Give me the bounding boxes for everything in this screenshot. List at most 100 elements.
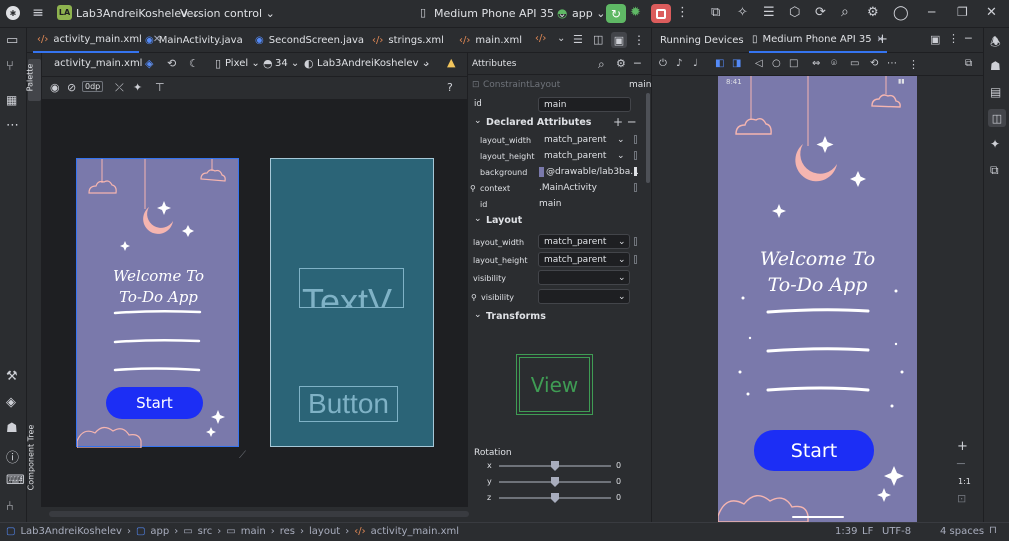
device-selector[interactable]: Medium Phone API 35 ⌄ — [434, 7, 567, 20]
line-separator[interactable]: LF — [862, 526, 873, 537]
android-studio-logo-icon[interactable]: ✱ — [6, 6, 20, 20]
attr-value[interactable]: match_parent — [538, 252, 630, 267]
declared-attributes-header[interactable]: ⌄ Declared Attributes + ─ — [472, 115, 650, 130]
code-view-icon[interactable]: ☰ — [573, 33, 583, 46]
attr-value[interactable]: @drawable/lab3ba... — [546, 167, 639, 177]
tab-medium-phone[interactable]: ▯ Medium Phone API 35 ✕ — [749, 28, 888, 53]
tab-second-screen-java[interactable]: ◉ SecondScreen.java — [255, 28, 364, 53]
resize-handle-icon[interactable]: ⟋ — [239, 450, 246, 461]
project-folder-icon[interactable]: ▭ — [6, 33, 18, 48]
search-icon[interactable]: ⌕ — [598, 57, 605, 72]
app-quality-icon[interactable]: ◈ — [6, 395, 16, 410]
attr-value[interactable]: match_parent — [538, 234, 630, 249]
start-button-preview[interactable]: Start — [106, 387, 203, 419]
build-hammer-icon[interactable]: ⚒ — [6, 369, 18, 384]
guidelines-icon[interactable]: ⊤ — [155, 81, 165, 94]
resource-picker-icon[interactable] — [634, 255, 637, 264]
attr-value[interactable]: main — [539, 199, 562, 209]
resource-picker-icon[interactable] — [634, 135, 637, 144]
device-manager-icon[interactable]: ⧉ — [711, 5, 720, 20]
tools-visibility-dropdown[interactable] — [538, 289, 630, 304]
attr-value[interactable]: match_parent — [544, 151, 606, 161]
restore-icon[interactable]: ❐ — [957, 5, 968, 19]
rotate-left-icon[interactable]: ◧ — [715, 58, 724, 69]
minimize-icon[interactable]: ─ — [928, 5, 935, 19]
account-icon[interactable]: ◯ — [893, 5, 909, 21]
caret-position[interactable]: 1:39 — [835, 526, 857, 537]
autoconnect-off-icon[interactable]: ⊘ — [67, 81, 76, 94]
file-encoding[interactable]: UTF-8 — [882, 526, 911, 537]
breadcrumb-item[interactable]: layout — [309, 526, 340, 537]
chevron-right-icon[interactable]: › — [425, 57, 429, 70]
volume-down-icon[interactable]: ♩ — [693, 58, 698, 69]
chevron-down-icon[interactable]: ⌄ — [617, 151, 625, 161]
indent-setting[interactable]: 4 spaces — [940, 526, 984, 537]
zoom-fit-icon[interactable]: ⊡ — [957, 492, 966, 505]
gemini-icon[interactable]: ✧ — [737, 5, 748, 20]
infer-constraints-icon[interactable]: ✦ — [133, 81, 142, 94]
chevron-down-icon[interactable]: ⌄ — [557, 33, 565, 44]
theme-dropdown[interactable]: Lab3AndreiKoshelev ⌄ — [317, 58, 430, 69]
design-preview[interactable]: Welcome To To-Do App Start — [76, 158, 239, 448]
attr-value[interactable]: .MainActivity — [539, 183, 597, 193]
tab-activity-main-xml[interactable]: ‹/› activity_main.xml ✕ — [33, 28, 161, 53]
resource-picker-icon[interactable] — [634, 151, 637, 160]
main-menu-icon[interactable]: ≡ — [30, 5, 46, 21]
volume-up-icon[interactable]: ♪ — [676, 58, 682, 69]
vcs-dropdown[interactable]: Version control ⌄ — [180, 7, 275, 20]
lock-icon[interactable]: ⊓ — [989, 525, 997, 536]
extended-controls-icon[interactable]: ⋯ — [887, 58, 897, 69]
logcat-cat-icon[interactable]: ☗ — [6, 421, 18, 436]
close-icon[interactable]: ✕ — [986, 5, 997, 20]
gemini-sparkle-icon[interactable]: ✦ — [990, 137, 1000, 151]
design-surface-icon[interactable]: ◈ — [145, 57, 153, 70]
git-icon[interactable]: ⑃ — [6, 499, 14, 514]
minimize-panel-icon[interactable]: ─ — [634, 57, 641, 70]
attributes-scrollbar[interactable] — [646, 93, 650, 183]
palette-tab[interactable]: Palette — [25, 59, 41, 101]
attr-value[interactable]: match_parent — [544, 135, 606, 145]
breadcrumb-item[interactable]: src — [198, 526, 213, 537]
snapshots-icon[interactable]: ⟲ — [870, 58, 878, 69]
breadcrumb-item[interactable]: res — [280, 526, 295, 537]
rotation-slider-thumb[interactable] — [551, 461, 559, 471]
rotate-right-icon[interactable]: ◨ — [732, 58, 741, 69]
resource-picker-icon[interactable] — [634, 237, 637, 246]
design-view-icon[interactable]: ▣ — [611, 32, 627, 48]
more-icon[interactable]: ⋮ — [633, 33, 645, 47]
view-options-eye-icon[interactable]: ◉ — [50, 81, 60, 94]
settings-gear-icon[interactable]: ⚙ — [867, 5, 879, 20]
canvas-scrollbar[interactable] — [49, 511, 469, 517]
clear-constraints-icon[interactable]: ⤫ — [115, 81, 124, 95]
split-view-icon[interactable]: ◫ — [593, 33, 603, 46]
api-dropdown[interactable]: 34 ⌄ — [275, 58, 299, 69]
detach-icon[interactable]: ⧉ — [965, 58, 972, 69]
stop-button[interactable] — [651, 4, 671, 23]
more-icon[interactable]: ⋮ — [908, 58, 919, 71]
file-selector[interactable]: activity_main.xml ⌄ — [54, 58, 154, 69]
zoom-out-icon[interactable]: ─ — [957, 457, 965, 472]
tab-main-activity-java[interactable]: ◉ MainActivity.java — [145, 28, 243, 53]
search-icon[interactable]: ⌕ — [841, 4, 849, 20]
resource-picker-icon[interactable] — [634, 167, 637, 176]
tab-strings-xml[interactable]: ‹/› strings.xml — [372, 28, 444, 53]
apply-changes-icon[interactable]: ↻ — [606, 4, 626, 23]
rotation-slider-thumb[interactable] — [551, 477, 559, 487]
settings-gear-icon[interactable]: ⚙ — [616, 57, 626, 70]
logcat-icon[interactable]: ☰ — [763, 5, 775, 20]
more-tools-icon[interactable]: ⋯ — [6, 118, 19, 133]
sdk-manager-icon[interactable]: ⬡ — [789, 5, 800, 20]
debug-bug-icon[interactable]: ✹ — [630, 5, 641, 20]
orientation-icon[interactable]: ⟲ — [167, 57, 176, 70]
blueprint-textview[interactable]: TextV — [299, 268, 404, 308]
problems-icon[interactable]: ⓘ — [6, 447, 19, 466]
chevron-down-icon[interactable]: ⌄ — [618, 237, 626, 247]
chevron-down-icon[interactable]: ⌄ — [618, 273, 626, 283]
chevron-down-icon[interactable]: ⌄ — [618, 255, 626, 265]
more-icon[interactable]: ⋮ — [676, 5, 689, 20]
rotation-slider-thumb[interactable] — [551, 493, 559, 503]
running-devices-icon[interactable]: ◫ — [988, 109, 1006, 127]
warning-icon[interactable]: ▲ — [447, 56, 455, 69]
screenshot-icon[interactable]: ⌾ — [831, 58, 837, 69]
back-icon[interactable]: ◁ — [755, 58, 763, 69]
